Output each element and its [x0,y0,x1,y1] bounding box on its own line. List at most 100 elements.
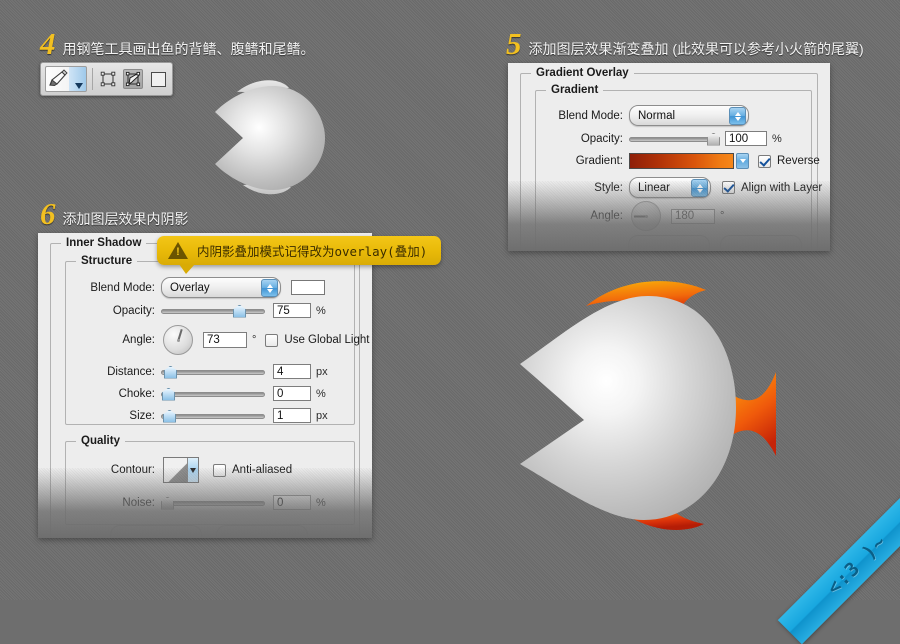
go-reverse-checkbox[interactable] [758,154,771,168]
slider-thumb[interactable] [163,409,176,423]
go-opacity-value: 100 [729,132,749,145]
is-noise-row: Noise: 0 % [65,495,365,510]
inner-shadow-title: Inner Shadow [61,237,147,249]
pen-tool-button[interactable] [45,66,87,92]
stepper-arrows-icon[interactable] [261,279,278,297]
toolbar-divider [92,68,93,90]
fish-grey [185,72,345,200]
slider-thumb[interactable] [707,132,720,146]
step-5: 5 添加图层效果渐变叠加 (此效果可以参考小火箭的尾翼) [506,28,864,59]
quality-title: Quality [76,435,125,447]
is-use-global-light-checkbox[interactable] [265,333,279,347]
is-opacity-slider[interactable] [161,304,265,318]
slider-thumb[interactable] [233,304,246,318]
is-opacity-value: 75 [277,304,290,317]
is-noise-label: Noise: [122,496,155,509]
go-gradient-preview[interactable] [629,153,734,169]
is-opacity-field[interactable]: 75 [273,303,311,318]
is-size-slider[interactable] [161,409,265,423]
go-blend-mode-value: Normal [638,109,676,122]
is-noise-unit: % [316,496,326,509]
is-distance-field[interactable]: 4 [273,364,311,379]
go-gradient-row: Gradient: Reverse [535,153,830,169]
is-contour-label: Contour: [110,464,155,476]
is-ghost-button-2[interactable] [216,525,308,538]
step-6-number: 6 [40,196,56,231]
direct-selection-tool-button[interactable] [123,69,143,89]
shape-icon [150,71,166,87]
path-selection-tool-button[interactable] [98,69,118,89]
is-choke-field[interactable]: 0 [273,386,311,401]
go-gradient-dropdown-icon[interactable] [736,153,749,169]
is-choke-label: Choke: [118,387,155,400]
go-align-label: Align with Layer [741,181,823,194]
go-ghost-button-2[interactable] [720,235,802,251]
go-angle-field[interactable]: 180 [671,208,715,224]
quality-group: Quality [65,435,355,525]
go-style-select[interactable]: Linear [629,177,711,198]
slider-track [161,308,265,314]
go-align-checkbox[interactable] [722,181,735,194]
go-gradient-label: Gradient: [575,155,623,167]
go-blend-mode-label: Blend Mode: [558,109,623,122]
is-noise-field[interactable]: 0 [273,495,311,510]
is-angle-unit: ° [252,334,257,346]
step-6-title: 添加图层效果内阴影 [62,211,189,227]
go-reverse-label: Reverse [777,155,820,167]
is-choke-slider[interactable] [161,387,265,401]
gradient-overlay-title: Gradient Overlay [531,67,634,79]
step-4: 4 用钢笔工具画出鱼的背鳍、腹鳍和尾鳍。 [40,28,315,59]
dial-hub [644,214,648,218]
is-size-field[interactable]: 1 [273,408,311,423]
go-style-label: Style: [594,181,623,194]
go-angle-label: Angle: [590,210,623,222]
is-choke-row: Choke: 0 % [65,386,365,401]
gradient-overlay-panel[interactable]: Gradient Overlay Gradient Blend Mode: No… [508,63,830,251]
is-noise-slider[interactable] [161,496,265,510]
overlay-warning-callout: 内阴影叠加模式记得改为overlay(叠加) [157,236,442,274]
is-ghost-button-1[interactable] [110,525,202,538]
step-5-number: 5 [506,26,522,61]
is-distance-unit: px [316,365,328,378]
contour-dropdown-icon[interactable] [187,458,198,482]
gradient-group-title: Gradient [546,84,604,96]
is-anti-aliased-checkbox[interactable] [213,463,226,477]
pen-icon [49,69,68,86]
is-distance-slider[interactable] [161,365,265,379]
is-blend-mode-select[interactable]: Overlay [161,277,281,298]
structure-title: Structure [76,255,138,267]
pen-tool-dropdown-arrow[interactable] [75,83,83,89]
inner-shadow-panel[interactable]: Inner Shadow Structure Blend Mode: Overl… [38,233,372,538]
go-opacity-label: Opacity: [580,132,623,145]
go-blend-mode-select[interactable]: Normal [629,105,749,126]
is-shadow-color-swatch[interactable] [291,280,325,295]
go-opacity-field[interactable]: 100 [725,131,767,146]
is-size-label: Size: [129,409,155,422]
is-size-unit: px [316,409,328,422]
go-angle-row: Angle: 180 ° [535,201,830,231]
is-choke-value: 0 [277,387,284,400]
stepper-arrows-icon[interactable] [691,179,708,197]
stepper-arrows-icon[interactable] [729,107,746,125]
callout-tail [179,264,195,274]
pen-toolbar[interactable] [40,62,173,96]
is-opacity-unit: % [316,304,326,317]
is-angle-row: Angle: 73 ° Use Global Light [65,325,372,355]
is-size-value: 1 [277,409,284,422]
warning-triangle-icon [168,242,188,259]
is-angle-dial[interactable] [163,325,193,355]
is-angle-field[interactable]: 73 [203,332,247,348]
shape-tool-button[interactable] [148,69,168,89]
go-angle-dial[interactable] [631,201,661,231]
slider-thumb[interactable] [162,387,175,401]
is-angle-value: 73 [207,334,220,346]
is-distance-value: 4 [277,365,284,378]
slider-thumb[interactable] [164,365,177,379]
step-4-number: 4 [40,26,56,61]
slider-thumb[interactable] [161,496,174,510]
go-opacity-slider[interactable] [629,132,720,146]
go-ghost-button-1[interactable] [628,235,710,251]
is-contour-preview[interactable] [163,457,199,483]
go-blend-mode-row: Blend Mode: Normal [535,105,815,126]
is-distance-label: Distance: [107,365,155,378]
